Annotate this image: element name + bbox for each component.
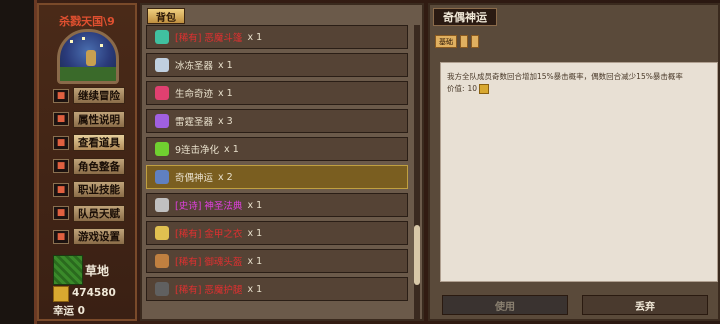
inventory-scrollbar[interactable] — [414, 25, 420, 319]
detail-title: 奇偶神运 — [433, 8, 497, 26]
use-button[interactable]: 使用 — [442, 295, 568, 315]
inventory-item[interactable]: 生命奇迹 x 1 — [146, 81, 408, 105]
item-icon — [155, 226, 169, 240]
portrait-ground — [60, 67, 116, 81]
detail-tabs: 基础 — [435, 35, 479, 48]
menu-item-label: 角色整备 — [73, 157, 125, 175]
item-name: [稀有] 恶魔斗篷 — [175, 33, 243, 44]
inventory-item[interactable]: 雷霆圣器 x 3 — [146, 109, 408, 133]
terrain-label: 草地 — [85, 264, 110, 278]
menu-item-6[interactable]: ■ 游戏设置 — [53, 228, 125, 245]
left-panel: 杀戮天国\9 ■ 继续冒险 ■ 属性说明 ■ 查看道具 ■ 角色整备 ■ 职业技能 ■ 队员天赋 ■ 游戏… — [37, 3, 137, 321]
detail-box: 我方全队成员奇数回合增加15%暴击概率，偶数回合减少15%暴击概率 价值: 10 — [440, 62, 718, 282]
inventory-item[interactable]: [稀有] 御魂头盔 x 1 — [146, 249, 408, 273]
hero-sprite — [86, 50, 96, 66]
menu-item-label: 职业技能 — [73, 181, 125, 198]
item-name: 冰冻圣器 — [175, 61, 214, 72]
inventory-tab[interactable]: 背包 — [147, 8, 185, 24]
menu-item-4[interactable]: ■ 职业技能 — [53, 181, 125, 198]
item-name: [稀有] 金甲之衣 — [175, 229, 243, 240]
gold-value: 474580 — [72, 287, 116, 299]
skill-icon: ■ — [53, 182, 69, 197]
item-quantity: x 1 — [247, 283, 263, 295]
item-name: [稀有] 恶魔护腿 — [175, 285, 243, 296]
menu-item-label: 队员天赋 — [73, 204, 125, 222]
scroll-thumb[interactable] — [414, 225, 420, 285]
talent-icon: ■ — [53, 206, 69, 220]
item-name: 雷霆圣器 — [175, 117, 214, 128]
inventory-tab-label: 背包 — [156, 12, 176, 24]
inventory-item[interactable]: [稀有] 恶魔斗篷 x 1 — [146, 25, 408, 49]
gold-icon — [53, 286, 69, 302]
menu-item-2[interactable]: ■ 查看道具 — [53, 134, 125, 151]
menu-item-3[interactable]: ■ 角色整备 — [53, 157, 125, 175]
price-label: 价值: — [447, 84, 465, 93]
price-row: 价值: 10 — [447, 83, 490, 94]
item-icon — [155, 30, 169, 44]
inventory-item[interactable]: [稀有] 金甲之衣 x 1 — [146, 221, 408, 245]
gear-icon: ■ — [53, 229, 69, 244]
item-name: 9连击净化 — [175, 145, 220, 156]
discard-button[interactable]: 丢弃 — [582, 295, 708, 315]
item-icon — [155, 170, 169, 184]
item-quantity: x 1 — [224, 143, 239, 155]
inventory-item[interactable]: [史诗] 神圣法典 x 1 — [146, 193, 408, 217]
item-quantity: x 1 — [218, 87, 233, 99]
tab-empty[interactable] — [471, 35, 479, 48]
item-name: [史诗] 神圣法典 — [175, 201, 243, 212]
inventory-panel: 背包 [稀有] 恶魔斗篷 x 1 冰冻圣器 x 1 生命奇迹 x 1 雷霆圣器 x 3 9连击净… — [140, 3, 424, 321]
inventory-item[interactable]: 冰冻圣器 x 1 — [146, 53, 408, 77]
item-icon — [155, 58, 169, 72]
detail-panel: 奇偶神运 基础 我方全队成员奇数回合增加15%暴击概率，偶数回合减少15%暴击概… — [428, 3, 720, 321]
item-quantity: x 1 — [218, 59, 233, 71]
item-quantity: x 1 — [247, 255, 263, 267]
item-quantity: x 3 — [218, 115, 233, 127]
armor-icon: ■ — [53, 159, 69, 173]
book-icon: ■ — [53, 112, 69, 126]
item-name: 生命奇迹 — [175, 89, 214, 100]
game-title: 杀戮天国\9 — [59, 15, 115, 28]
menu-item-label: 游戏设置 — [73, 228, 125, 245]
menu-item-0[interactable]: ■ 继续冒险 — [53, 87, 125, 104]
item-icon — [155, 282, 169, 296]
inventory-item[interactable]: 9连击净化 x 1 — [146, 137, 408, 161]
item-icon — [155, 142, 169, 156]
item-quantity: x 1 — [247, 31, 263, 43]
menu-item-label: 属性说明 — [73, 110, 125, 128]
item-quantity: x 2 — [218, 171, 233, 183]
item-name: 奇偶神运 — [175, 173, 214, 184]
menu-item-label: 查看道具 — [73, 134, 125, 151]
item-description: 我方全队成员奇数回合增加15%暴击概率，偶数回合减少15%暴击概率 — [447, 72, 683, 81]
item-quantity: x 1 — [247, 199, 263, 211]
item-icon — [155, 114, 169, 128]
inventory-list: [稀有] 恶魔斗篷 x 1 冰冻圣器 x 1 生命奇迹 x 1 雷霆圣器 x 3 9连击净化 x … — [146, 25, 408, 319]
hero-portrait — [57, 29, 119, 84]
star-icon — [82, 37, 85, 40]
star-icon — [100, 44, 103, 47]
menu-item-label: 继续冒险 — [73, 87, 125, 104]
bag-icon: ■ — [53, 135, 69, 150]
item-quantity: x 1 — [247, 227, 263, 239]
item-icon — [155, 254, 169, 268]
inventory-item[interactable]: 奇偶神运 x 2 — [146, 165, 408, 189]
tab-empty[interactable] — [460, 35, 468, 48]
item-icon — [155, 198, 169, 212]
tab-basic[interactable]: 基础 — [435, 35, 457, 48]
menu-item-1[interactable]: ■ 属性说明 — [53, 110, 125, 128]
menu-item-5[interactable]: ■ 队员天赋 — [53, 204, 125, 222]
map-icon: ■ — [53, 88, 69, 103]
terrain-icon — [53, 255, 83, 285]
price-value: 10 — [467, 84, 478, 93]
gold-icon — [479, 83, 490, 94]
star-icon — [70, 40, 73, 43]
item-name: [稀有] 御魂头盔 — [175, 257, 243, 268]
luck-label: 幸运 0 — [53, 305, 85, 317]
inventory-item[interactable]: [稀有] 恶魔护腿 x 1 — [146, 277, 408, 301]
item-icon — [155, 86, 169, 100]
